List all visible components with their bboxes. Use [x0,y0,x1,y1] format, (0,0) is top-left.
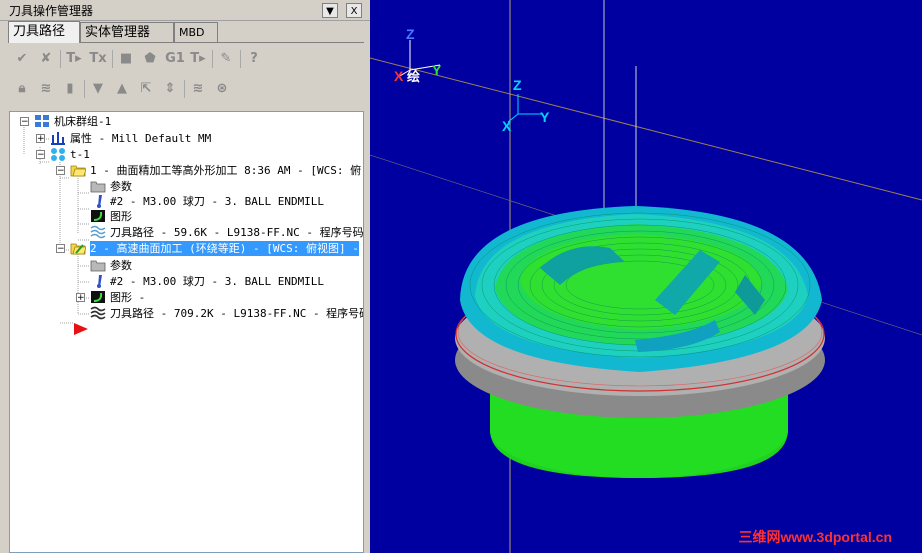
op2-toolpath-icon [90,306,106,320]
panel-title: 刀具操作管理器 [9,4,94,18]
wcs-z-label: Z [513,77,522,93]
tree-op2-params[interactable]: 参数 [110,258,132,273]
graphics-viewport[interactable]: Z Y X 绘 Z Y X 三维网www.3dportal.cn [370,0,922,553]
tree-op1-label[interactable]: 1 - 曲面精加工等高外形加工 8:36 AM - [WCS: 俯 [90,163,361,178]
expander-toolgroup[interactable]: − [36,150,45,160]
op1-params-icon [90,181,106,193]
highfeed-icon[interactable]: ✎ [218,50,234,66]
operations-tree[interactable]: − 机床群组-1 + 属性 - Mill Default MM − t-1 − … [9,111,364,553]
insert-arrow-icon[interactable]: ⇱ [138,80,154,96]
expander-op2[interactable]: − [56,244,65,254]
op2-folder-icon [70,243,86,255]
expander-op1[interactable]: − [56,166,65,176]
move-up-icon[interactable]: ▲ [114,80,130,96]
op1-geometry-icon [91,210,105,222]
op1-toolpath-icon [90,225,106,239]
gview-y-label: Y [432,62,442,78]
tree-op1-path[interactable]: 刀具路径 - 59.6K - L9138-FF.NC - 程序号码 [110,225,363,240]
gview-z-label: Z [406,26,415,42]
regenerate-dirty-icon[interactable]: Tx [89,50,106,66]
watermark: 三维网www.3dportal.cn [738,529,893,545]
close-button[interactable]: X [346,3,362,18]
tree-toolgroup-label[interactable]: t-1 [70,147,90,162]
toggle-post-icon[interactable]: ▮ [62,80,78,96]
tab-mbd[interactable]: MBD [174,22,218,42]
move-down-icon[interactable]: ▼ [90,80,106,96]
tab-toolpaths[interactable]: 刀具路径 [8,21,80,43]
tree-op2-geometry[interactable]: 图形 - [110,290,145,305]
expander-root[interactable]: − [20,117,29,127]
tree-op1-params[interactable]: 参数 [110,179,132,194]
tab-solids[interactable]: 实体管理器 [80,22,174,42]
insert-position-arrow-icon[interactable] [72,322,90,336]
gview-triad [397,40,441,78]
lock-icon[interactable]: 🔒︎ [14,80,30,96]
post-g1-icon[interactable]: G1 [164,50,186,66]
expander-op2-geometry[interactable]: + [76,293,85,303]
op2-geometry-icon [91,291,105,303]
tree-op2-path[interactable]: 刀具路径 - 709.2K - L9138-FF.NC - 程序号码 [110,306,363,321]
pin-button[interactable]: ▼ [322,3,338,18]
regenerate-selected-icon[interactable]: T▸ [66,50,82,66]
toolpath-manager-panel: 刀具操作管理器 ▼ X 刀具路径 实体管理器 MBD ✔ ✘ T▸ Tx ■ ⬟… [0,0,370,553]
select-invalid-icon[interactable]: ✘ [38,50,54,66]
display-related-icon[interactable]: ⊛ [214,80,230,96]
tree-root-label[interactable]: 机床群组-1 [54,114,111,129]
op2-params-icon [90,260,106,272]
wcs-y-label: Y [540,109,550,125]
op1-folder-icon [70,165,86,177]
op2-tool-icon [97,275,102,288]
panel-titlebar: 刀具操作管理器 ▼ X [0,0,370,21]
tree-op2-tool[interactable]: #2 - M3.00 球刀 - 3. BALL ENDMILL [110,274,324,289]
tree-lines [23,127,90,324]
tree-op1-geometry[interactable]: 图形 [110,209,132,224]
post-selected-icon[interactable]: T▸ [190,50,206,66]
properties-icon [51,132,65,145]
op1-tool-icon [97,195,102,208]
machine-group-icon [35,115,49,127]
tree-op2-label[interactable]: 2 - 高速曲面加工 (环绕等距) - [WCS: 俯视图] - [90,241,359,256]
toggle-display-icon[interactable]: ≋ [38,80,54,96]
select-all-ops-icon[interactable]: ✔ [14,50,30,66]
gview-tag-label: 绘 [407,69,421,84]
wcs-x-label: X [502,118,512,134]
expander-properties[interactable]: + [36,134,45,144]
verify-icon[interactable]: ⬟ [142,50,158,66]
tree-properties-label[interactable]: 属性 - Mill Default MM [70,131,211,146]
only-display-selected-icon[interactable]: ≋ [190,80,206,96]
tree-op1-tool[interactable]: #2 - M3.00 球刀 - 3. BALL ENDMILL [110,194,324,209]
gview-x-label: X [394,68,404,84]
help-icon[interactable]: ? [246,50,262,66]
backplot-icon[interactable]: ■ [118,50,134,66]
toolgroup-icon [51,148,65,161]
scroll-to-icon[interactable]: ⇕ [162,80,178,96]
